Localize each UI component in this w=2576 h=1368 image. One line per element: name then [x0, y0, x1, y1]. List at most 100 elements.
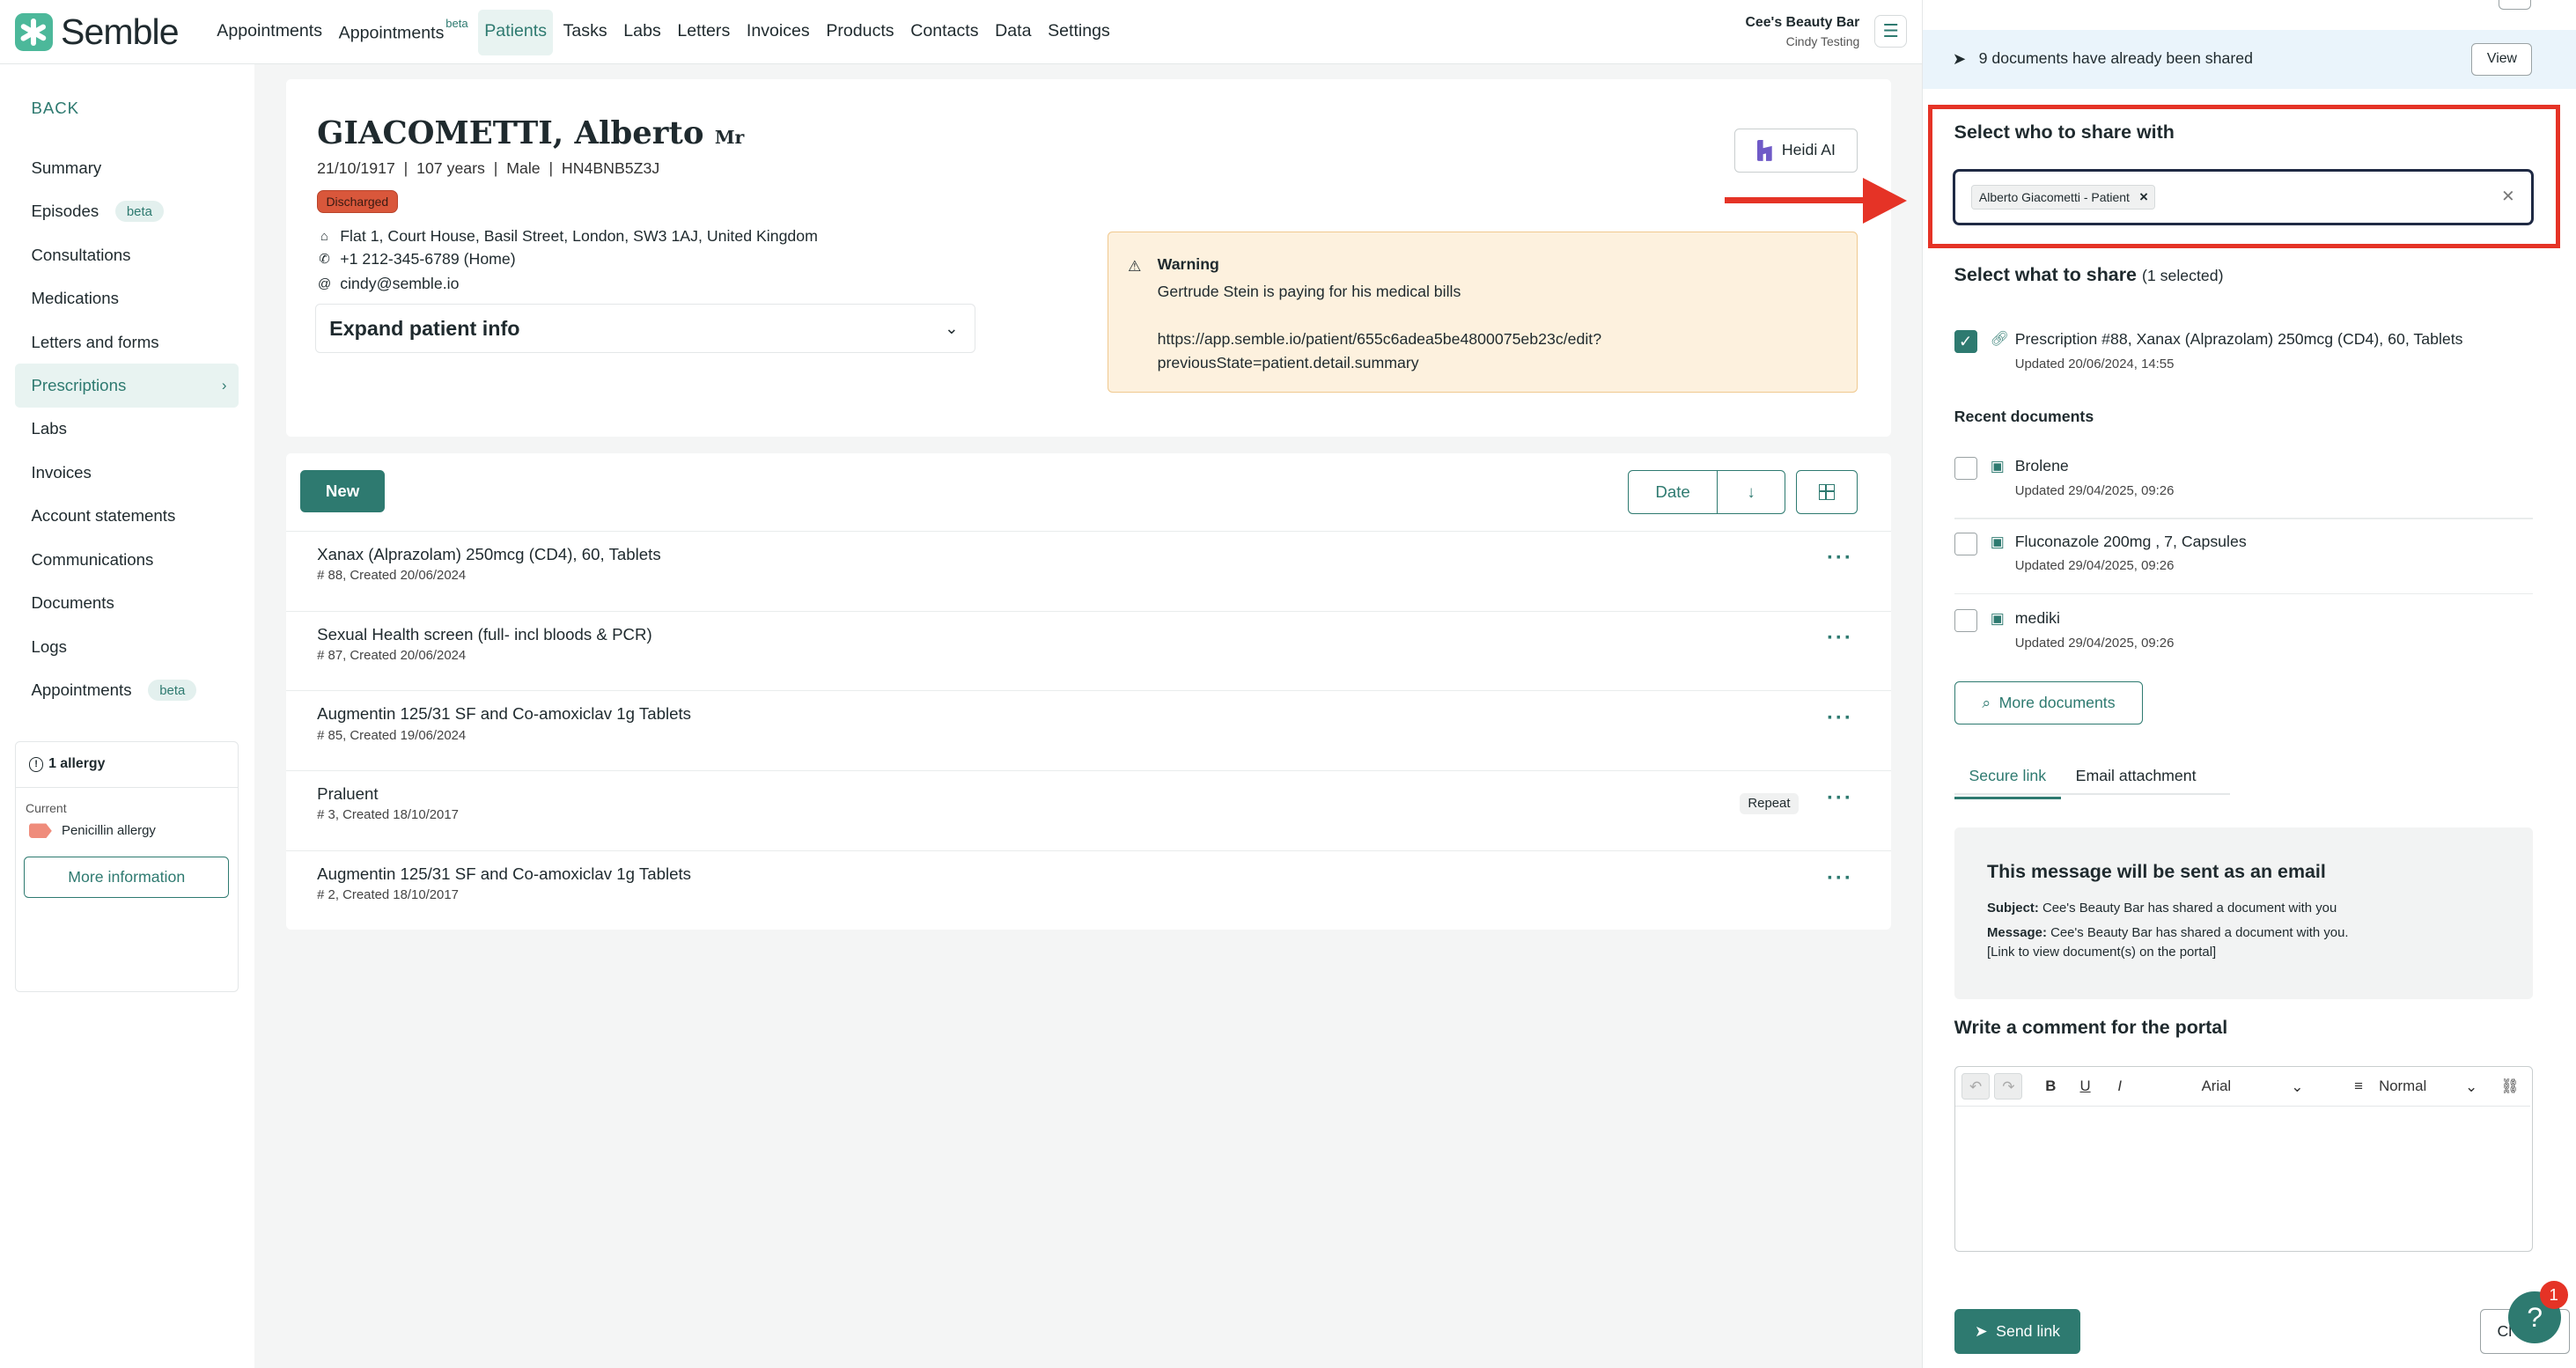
sidebar-item-letters-and-forms[interactable]: Letters and forms — [15, 320, 239, 364]
sidebar-item-label: Episodes — [31, 202, 99, 221]
recipient-select[interactable]: Alberto Giacometti - Patient × ✕ — [1952, 169, 2535, 225]
sidebar-item-documents[interactable]: Documents — [15, 581, 239, 624]
italic-icon[interactable]: I — [2117, 1073, 2122, 1100]
tag-icon — [28, 823, 52, 839]
document-checkbox[interactable] — [1954, 532, 1977, 555]
sidebar-item-medications[interactable]: Medications — [15, 276, 239, 320]
more-options-icon[interactable]: ··· — [1827, 866, 1853, 891]
nav-appointments-beta[interactable]: Appointmentsbeta — [332, 10, 475, 55]
sidebar-item-prescriptions[interactable]: Prescriptions › — [14, 364, 239, 408]
undo-icon[interactable]: ↶ — [1961, 1073, 1990, 1100]
org-info[interactable]: Cee's Beauty Bar Cindy Testing — [1709, 15, 1859, 48]
search-icon: ⌕ — [1982, 694, 1991, 712]
sidebar-item-logs[interactable]: Logs — [15, 625, 239, 668]
divider — [1954, 517, 2533, 519]
redo-icon[interactable]: ↷ — [1994, 1073, 2023, 1100]
more-documents-button[interactable]: ⌕ More documents — [1954, 681, 2144, 724]
semble-logo[interactable]: Semble — [14, 11, 180, 53]
main-nav: Appointments Appointmentsbeta Patients T… — [210, 10, 1120, 55]
warning-link-line2: previousState=patient.detail.summary — [1157, 354, 1419, 372]
nav-products[interactable]: Products — [820, 10, 901, 55]
sidebar-item-consultations[interactable]: Consultations — [15, 233, 239, 276]
nav-contacts[interactable]: Contacts — [904, 10, 985, 55]
expand-label: Expand patient info — [329, 316, 520, 340]
warning-link-line1: https://app.semble.io/patient/655c6adea5… — [1157, 330, 1602, 349]
email-preview-box: This message will be sent as an email Su… — [1954, 827, 2533, 999]
table-row[interactable]: Xanax (Alprazolam) 250mcg (CD4), 60, Tab… — [285, 530, 1891, 611]
table-row[interactable]: Augmentin 125/31 SF and Co-amoxiclav 1g … — [285, 850, 1891, 930]
prescriptions-list-card: New Date ↓ Xanax (Alprazolam) 250mcg (CD… — [285, 453, 1891, 930]
more-options-icon[interactable]: ··· — [1827, 786, 1853, 811]
chevron-down-icon: ⌄ — [945, 319, 959, 338]
more-options-icon[interactable]: ··· — [1827, 626, 1853, 651]
annotation-arrow-shaft — [1725, 196, 1866, 204]
more-options-icon[interactable]: ··· — [1827, 706, 1853, 731]
panel-header-button[interactable] — [2499, 0, 2532, 11]
grid-view-button[interactable] — [1795, 469, 1858, 515]
chevron-right-icon: › — [221, 376, 227, 393]
nav-invoices[interactable]: Invoices — [740, 10, 816, 55]
bold-icon[interactable]: B — [2045, 1073, 2056, 1100]
semble-logo-icon — [14, 13, 53, 51]
document-checkbox[interactable] — [1954, 609, 1977, 633]
nav-patients[interactable]: Patients — [477, 10, 554, 55]
font-select[interactable]: Arial ⌄ — [2202, 1073, 2304, 1100]
nav-appointments[interactable]: Appointments — [210, 10, 329, 55]
subject-label: Subject: — [1986, 900, 2039, 916]
sidebar-item-account-statements[interactable]: Account statements — [15, 495, 239, 538]
document-name: Prescription #88, Xanax (Alprazolam) 250… — [2014, 330, 2463, 349]
nav-data[interactable]: Data — [989, 10, 1038, 55]
document-name: Fluconazole 200mg , 7, Capsules — [2014, 532, 2247, 550]
sidebar-item-summary[interactable]: Summary — [15, 146, 239, 189]
table-row[interactable]: Sexual Health screen (full- incl bloods … — [285, 610, 1891, 691]
more-options-icon[interactable]: ··· — [1827, 546, 1853, 570]
grid-icon — [1818, 483, 1836, 501]
sidebar-item-label: Letters and forms — [31, 332, 159, 351]
nav-tasks[interactable]: Tasks — [556, 10, 614, 55]
table-row[interactable]: Praluent # 3, Created 18/10/2017 Repeat … — [285, 770, 1891, 850]
message-label: Message: — [1986, 924, 2047, 940]
sort-date-button[interactable]: Date — [1629, 470, 1718, 514]
top-navigation: Semble Appointments Appointmentsbeta Pat… — [0, 0, 1923, 64]
back-link[interactable]: BACK — [31, 99, 79, 118]
sidebar-item-episodes[interactable]: Episodes beta — [15, 190, 239, 233]
nav-settings[interactable]: Settings — [1041, 10, 1117, 55]
sidebar-item-invoices[interactable]: Invoices — [15, 451, 239, 494]
nav-letters[interactable]: Letters — [671, 10, 737, 55]
table-row[interactable]: Augmentin 125/31 SF and Co-amoxiclav 1g … — [285, 690, 1891, 770]
expand-patient-info[interactable]: Expand patient info ⌄ — [315, 304, 976, 354]
send-link-button[interactable]: ➤ Send link — [1954, 1309, 2081, 1354]
align-icon[interactable]: ≡ — [2354, 1073, 2363, 1100]
nav-labs[interactable]: Labs — [617, 10, 667, 55]
comment-title: Write a comment for the portal — [1954, 1017, 2228, 1039]
home-icon: ⌂ — [320, 228, 329, 244]
sidebar-item-label: Consultations — [31, 245, 131, 264]
document-checkbox[interactable]: ✓ — [1954, 330, 1977, 354]
sidebar-item-label: Invoices — [31, 462, 92, 482]
comment-editor[interactable]: ↶ ↷ B U I Arial ⌄ ≡ Normal ⌄ ⛓︎ — [1954, 1066, 2533, 1252]
sidebar-item-labs[interactable]: Labs — [15, 408, 239, 451]
help-notification-badge: 1 — [2539, 1281, 2568, 1310]
remove-chip-close-icon[interactable]: × — [2139, 188, 2148, 206]
more-information-button[interactable]: More information — [24, 856, 230, 898]
address-text: Flat 1, Court House, Basil Street, Londo… — [340, 226, 818, 245]
underline-icon[interactable]: U — [2079, 1073, 2090, 1100]
heidi-ai-button[interactable]: Heidi AI — [1734, 128, 1858, 173]
send-icon: ➤ — [1952, 48, 1967, 68]
new-prescription-button[interactable]: New — [300, 469, 385, 513]
sidebar-item-appointments[interactable]: Appointments beta — [15, 668, 239, 711]
patient-address: ⌂ Flat 1, Court House, Basil Street, Lond… — [317, 227, 818, 246]
sidebar-item-label: Medications — [31, 289, 119, 308]
document-checkbox[interactable] — [1954, 456, 1977, 480]
divider — [1954, 592, 2533, 595]
link-icon[interactable]: ⛓︎ — [2500, 1073, 2519, 1100]
style-select[interactable]: Normal ⌄ — [2379, 1073, 2477, 1100]
sort-direction-arrow-down-icon[interactable]: ↓ — [1718, 471, 1785, 513]
view-shared-button[interactable]: View — [2471, 42, 2533, 76]
email-message: Message: Cee's Beauty Bar has shared a d… — [1987, 923, 2349, 943]
patient-surname: GIACOMETTI, Alberto — [317, 114, 704, 151]
hamburger-menu-icon[interactable]: ☰ — [1874, 14, 1908, 48]
clear-close-icon[interactable]: ✕ — [2501, 187, 2515, 206]
prescription-sub: # 88, Created 20/06/2024 — [317, 567, 467, 583]
sidebar-item-communications[interactable]: Communications — [15, 538, 239, 581]
